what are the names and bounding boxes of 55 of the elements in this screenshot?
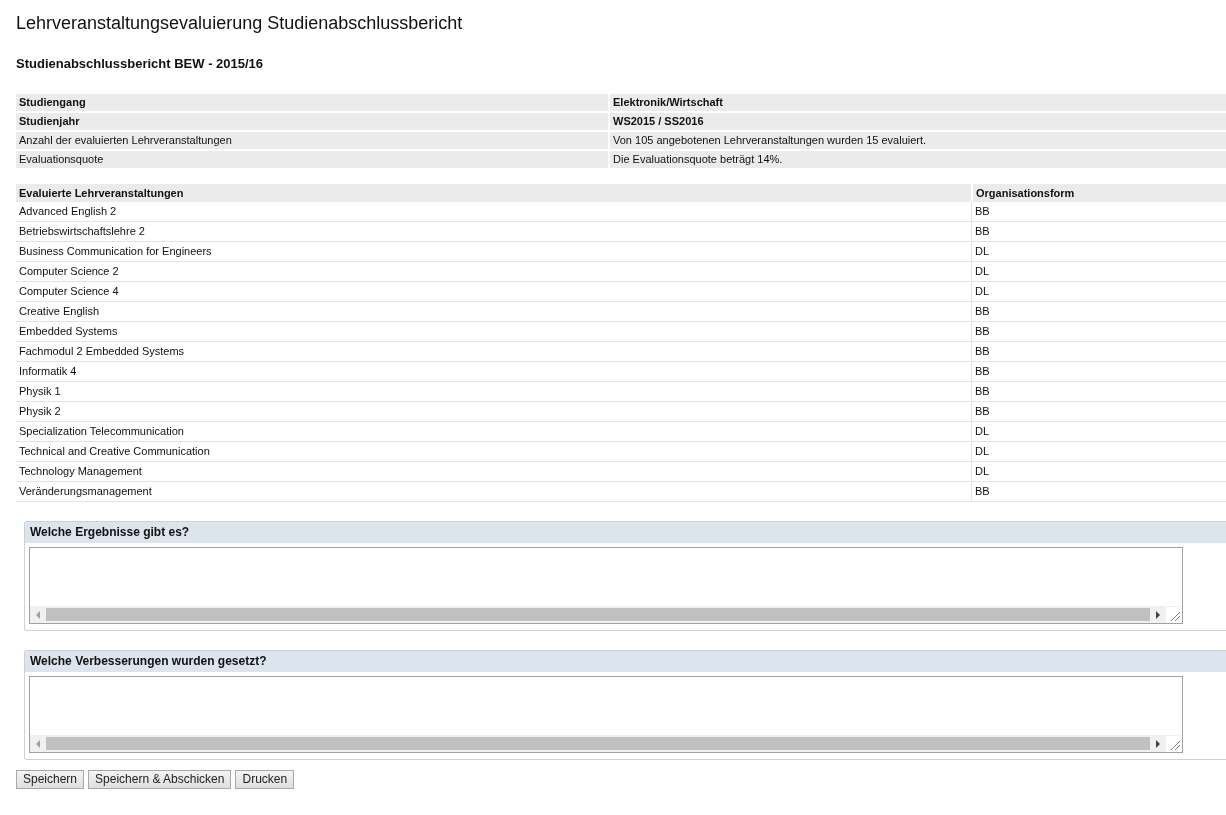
table-cell-text: DL: [974, 444, 991, 459]
column-header: Evaluierte Lehrveranstaltungen: [16, 184, 973, 202]
table-cell-text: BB: [974, 344, 991, 359]
table-cell: Physik 1: [16, 382, 972, 401]
table-cell: Creative English: [16, 302, 972, 321]
table-cell-text: BB: [974, 364, 991, 379]
summary-label: Anzahl der evaluierten Lehrveranstaltungen: [16, 132, 610, 149]
summary-label: Studienjahr: [16, 113, 610, 130]
table-cell-text: DL: [974, 464, 991, 479]
resize-grip-icon[interactable]: [1166, 606, 1182, 623]
table-cell-text: BB: [974, 224, 991, 239]
scrollbar-thumb[interactable]: [46, 737, 1150, 750]
table-cell: Physik 2: [16, 402, 972, 421]
table-cell: Computer Science 2: [16, 262, 972, 281]
scrollbar-thumb[interactable]: [46, 608, 1150, 621]
page-title: Lehrveranstaltungsevaluierung Studienabschlussbericht: [16, 12, 464, 35]
table-cell-text: BB: [974, 384, 991, 399]
table-cell-text: DL: [974, 424, 991, 439]
summary-value: Die Evaluationsquote beträgt 14%.: [612, 152, 784, 167]
table-cell: Informatik 4: [16, 362, 972, 381]
table-cell: Technical and Creative Communication: [16, 442, 972, 461]
resize-grip-icon[interactable]: [1166, 735, 1182, 752]
table-cell: Business Communication for Engineers: [16, 242, 972, 261]
question-label: Welche Ergebnisse gibt es?: [25, 522, 1226, 545]
form-button[interactable]: Speichern & Abschicken: [88, 770, 232, 789]
table-cell: Technology Management: [16, 462, 972, 481]
summary-value: WS2015 / SS2016: [612, 114, 705, 129]
table-cell-text: DL: [974, 244, 991, 259]
form-button[interactable]: Speichern: [16, 770, 85, 789]
scroll-left-icon[interactable]: [35, 739, 41, 748]
summary-value: Von 105 angebotenen Lehrveranstaltungen wurden 15 evaluiert.: [612, 133, 928, 148]
table-cell-text: BB: [974, 484, 991, 499]
table-cell: Computer Science 4: [16, 282, 972, 301]
table-cell-text: BB: [974, 204, 991, 219]
question-label: Welche Verbesserungen wurden gesetzt?: [25, 651, 1226, 674]
table-cell-text: BB: [974, 324, 991, 339]
summary-value: Elektronik/Wirtschaft: [612, 95, 724, 110]
column-header: Organisationsform: [975, 186, 1076, 201]
report-subtitle: Studienabschlussbericht BEW - 2015/16: [16, 56, 265, 73]
table-cell: Betriebswirtschaftslehre 2: [16, 222, 972, 241]
table-cell-text: BB: [974, 404, 991, 419]
table-cell: Embedded Systems: [16, 322, 972, 341]
scroll-left-icon[interactable]: [35, 610, 41, 619]
summary-label: Evaluationsquote: [16, 151, 610, 168]
table-cell-text: DL: [974, 264, 991, 279]
scroll-right-icon[interactable]: [1155, 610, 1161, 619]
table-cell-text: BB: [974, 304, 991, 319]
table-cell: Fachmodul 2 Embedded Systems: [16, 342, 972, 361]
table-cell-text: DL: [974, 284, 991, 299]
table-cell: Specialization Telecommunication: [16, 422, 972, 441]
table-cell: Advanced English 2: [16, 202, 972, 221]
scroll-right-icon[interactable]: [1155, 739, 1161, 748]
form-button[interactable]: Drucken: [235, 770, 295, 789]
summary-label: Studiengang: [16, 94, 610, 111]
table-cell: Veränderungsmanagement: [16, 482, 972, 501]
